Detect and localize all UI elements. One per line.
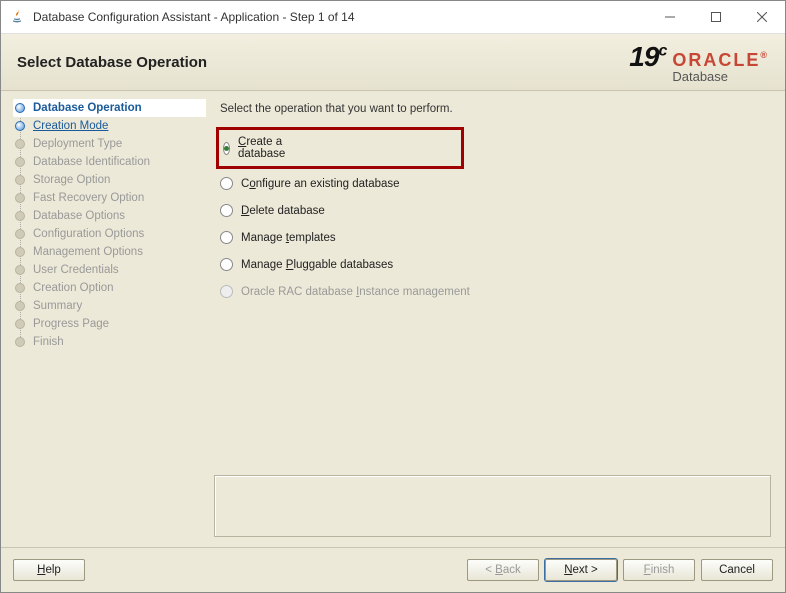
- operation-radio[interactable]: Create a database: [223, 136, 261, 160]
- window-title: Database Configuration Assistant - Appli…: [33, 10, 647, 24]
- sidebar-step: Database Options: [13, 207, 206, 225]
- sidebar-step: Database Identification: [13, 153, 206, 171]
- radio-icon: [220, 204, 233, 217]
- step-label: Fast Recovery Option: [33, 192, 144, 204]
- step-bullet-icon: [15, 103, 25, 113]
- step-label: Finish: [33, 336, 64, 348]
- step-label: User Credentials: [33, 264, 119, 276]
- back-button[interactable]: < Back: [467, 559, 539, 581]
- step-label: Database Options: [33, 210, 125, 222]
- step-label: Management Options: [33, 246, 143, 258]
- maximize-button[interactable]: [693, 1, 739, 33]
- step-label: Progress Page: [33, 318, 109, 330]
- description-box: [214, 475, 771, 537]
- radio-icon: [220, 258, 233, 271]
- main-panel: Select the operation that you want to pe…: [206, 91, 785, 547]
- help-button[interactable]: Help: [13, 559, 85, 581]
- radio-label: Manage Pluggable databases: [241, 259, 393, 271]
- step-label: Summary: [33, 300, 82, 312]
- radio-icon: [223, 142, 230, 155]
- sidebar-step[interactable]: Creation Mode: [13, 117, 206, 135]
- step-label: Configuration Options: [33, 228, 144, 240]
- step-label: Database Operation: [33, 102, 142, 114]
- step-bullet-icon: [15, 193, 25, 203]
- radio-label: Manage templates: [241, 232, 336, 244]
- step-bullet-icon: [15, 319, 25, 329]
- wizard-footer: Help < Back Next > Finish Cancel: [1, 547, 785, 592]
- finish-button[interactable]: Finish: [623, 559, 695, 581]
- sidebar-step: Creation Option: [13, 279, 206, 297]
- brand-logo: 19c ORACLE® Database: [629, 41, 769, 84]
- sidebar-step: Management Options: [13, 243, 206, 261]
- sidebar-step: User Credentials: [13, 261, 206, 279]
- step-bullet-icon: [15, 211, 25, 221]
- sidebar-step: Finish: [13, 333, 206, 351]
- step-bullet-icon: [15, 157, 25, 167]
- sidebar-step: Deployment Type: [13, 135, 206, 153]
- operation-radio[interactable]: Delete database: [220, 204, 771, 217]
- step-bullet-icon: [15, 139, 25, 149]
- step-label: Creation Option: [33, 282, 114, 294]
- step-bullet-icon: [15, 175, 25, 185]
- operation-radio[interactable]: Manage templates: [220, 231, 771, 244]
- step-label: Storage Option: [33, 174, 110, 186]
- radio-label: Delete database: [241, 205, 325, 217]
- window-frame: Database Configuration Assistant - Appli…: [0, 0, 786, 593]
- step-bullet-icon: [15, 283, 25, 293]
- wizard-sidebar: Database Operation Creation Mode Deploymen…: [1, 91, 206, 547]
- cancel-button[interactable]: Cancel: [701, 559, 773, 581]
- titlebar: Database Configuration Assistant - Appli…: [1, 1, 785, 34]
- page-title: Select Database Operation: [17, 54, 629, 71]
- radio-icon: [220, 285, 233, 298]
- step-bullet-icon: [15, 337, 25, 347]
- operation-options: Create a database Configure an existing d…: [214, 133, 771, 298]
- sidebar-step: Configuration Options: [13, 225, 206, 243]
- window-controls: [647, 1, 785, 33]
- sidebar-step: Fast Recovery Option: [13, 189, 206, 207]
- sidebar-step: Progress Page: [13, 315, 206, 333]
- minimize-button[interactable]: [647, 1, 693, 33]
- operation-radio[interactable]: Manage Pluggable databases: [220, 258, 771, 271]
- step-bullet-icon: [15, 247, 25, 257]
- step-bullet-icon: [15, 121, 25, 131]
- highlight-box: Create a database: [216, 127, 464, 169]
- java-icon: [9, 9, 25, 25]
- step-bullet-icon: [15, 229, 25, 239]
- body-area: Database Operation Creation Mode Deploymen…: [1, 91, 785, 547]
- step-bullet-icon: [15, 301, 25, 311]
- step-label: Database Identification: [33, 156, 150, 168]
- sidebar-step[interactable]: Database Operation: [13, 99, 206, 117]
- radio-icon: [220, 231, 233, 244]
- content-area: Select Database Operation 19c ORACLE® Da…: [1, 34, 785, 592]
- radio-label: Oracle RAC database Instance management: [241, 286, 470, 298]
- operation-radio[interactable]: Configure an existing database: [220, 177, 771, 190]
- brand-version: 19c: [629, 41, 666, 73]
- next-button[interactable]: Next >: [545, 559, 617, 581]
- step-bullet-icon: [15, 265, 25, 275]
- radio-label: Configure an existing database: [241, 178, 400, 190]
- sidebar-step: Summary: [13, 297, 206, 315]
- radio-label: Create a database: [238, 136, 285, 160]
- radio-icon: [220, 177, 233, 190]
- step-list: Database Operation Creation Mode Deploymen…: [13, 99, 206, 351]
- step-label: Deployment Type: [33, 138, 122, 150]
- operation-radio: Oracle RAC database Instance management: [220, 285, 771, 298]
- step-label: Creation Mode: [33, 120, 108, 132]
- close-button[interactable]: [739, 1, 785, 33]
- brand-name-block: ORACLE® Database: [672, 50, 769, 84]
- wizard-header: Select Database Operation 19c ORACLE® Da…: [1, 34, 785, 91]
- operation-prompt: Select the operation that you want to pe…: [214, 103, 771, 115]
- sidebar-step: Storage Option: [13, 171, 206, 189]
